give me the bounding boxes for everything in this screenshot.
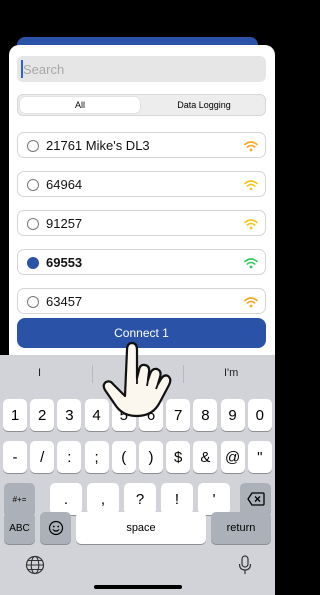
backspace-icon — [246, 492, 265, 506]
text-cursor — [21, 60, 23, 78]
key-punctuation[interactable]: ! — [161, 483, 193, 515]
wifi-icon — [244, 297, 258, 308]
device-name: 21761 Mike's DL3 — [46, 138, 150, 153]
abc-key[interactable]: ABC — [4, 512, 35, 544]
key-symbol[interactable]: : — [57, 441, 82, 473]
symbols-toggle-key[interactable]: #+= — [4, 483, 35, 515]
key-symbol[interactable]: & — [193, 441, 218, 473]
key-symbol[interactable]: @ — [220, 441, 245, 473]
radio-unselected[interactable] — [27, 140, 39, 152]
key-8[interactable]: 8 — [193, 399, 218, 431]
emoji-key[interactable] — [40, 512, 71, 544]
wifi-icon — [244, 180, 258, 191]
device-name: 64964 — [46, 177, 83, 192]
backspace-key[interactable] — [240, 483, 271, 515]
wifi-icon — [244, 141, 258, 152]
radio-unselected[interactable] — [27, 218, 39, 230]
device-name: 63457 — [46, 294, 83, 309]
wifi-icon — [244, 258, 258, 269]
device-row[interactable]: 64964 — [17, 171, 266, 197]
key-punctuation[interactable]: . — [50, 483, 82, 515]
dictation-key[interactable] — [236, 554, 254, 576]
suggestion-3[interactable]: I'm — [224, 367, 238, 379]
search-input[interactable] — [17, 56, 266, 82]
device-row[interactable]: 21761 Mike's DL3 — [17, 132, 266, 158]
microphone-icon — [238, 555, 252, 574]
key-symbol[interactable]: " — [247, 441, 272, 473]
suggestion-1[interactable]: I — [38, 367, 41, 379]
emoji-icon — [48, 520, 63, 536]
globe-icon — [25, 555, 45, 575]
key-3[interactable]: 3 — [57, 399, 82, 431]
key-9[interactable]: 9 — [220, 399, 245, 431]
tab-all[interactable]: All — [20, 97, 140, 113]
globe-key[interactable] — [24, 554, 46, 576]
device-name: 69553 — [46, 255, 83, 270]
key-symbol[interactable]: ( — [111, 441, 136, 473]
key-symbol[interactable]: / — [30, 441, 55, 473]
device-row[interactable]: 69553 — [17, 249, 266, 275]
key-symbol[interactable]: ; — [84, 441, 109, 473]
key-2[interactable]: 2 — [30, 399, 55, 431]
wifi-icon — [244, 219, 258, 230]
home-indicator — [94, 585, 182, 589]
key-symbol[interactable]: - — [3, 441, 27, 473]
key-punctuation[interactable]: ' — [198, 483, 230, 515]
key-punctuation[interactable]: , — [87, 483, 119, 515]
return-key[interactable]: return — [211, 512, 271, 544]
key-punctuation[interactable]: ? — [124, 483, 156, 515]
key-1[interactable]: 1 — [3, 399, 27, 431]
filter-segmented-control: All Data Logging — [17, 94, 266, 116]
key-symbol[interactable]: $ — [166, 441, 191, 473]
radio-unselected[interactable] — [27, 179, 39, 191]
device-row[interactable]: 91257 — [17, 210, 266, 236]
radio-selected[interactable] — [27, 257, 39, 269]
key-0[interactable]: 0 — [247, 399, 272, 431]
hand-pointer-icon — [102, 341, 172, 418]
key-symbol[interactable]: ) — [139, 441, 163, 473]
space-key[interactable]: space — [76, 512, 206, 544]
tab-data-logging[interactable]: Data Logging — [144, 97, 264, 113]
device-row[interactable]: 63457 — [17, 288, 266, 314]
device-name: 91257 — [46, 216, 83, 231]
radio-unselected[interactable] — [27, 296, 39, 308]
